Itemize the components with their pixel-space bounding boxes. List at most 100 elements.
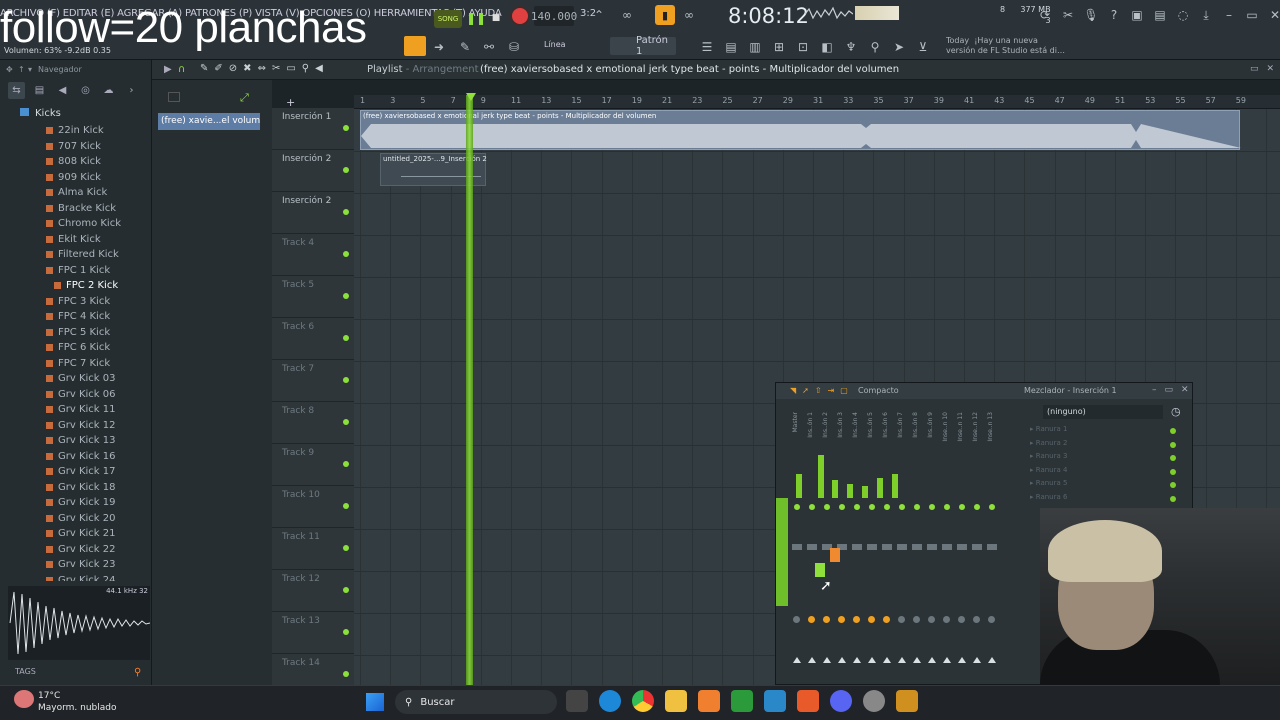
marker-icon[interactable]: ➤: [890, 38, 908, 56]
sample-item[interactable]: Grv Kick 13: [46, 433, 152, 449]
fader-handle[interactable]: [927, 544, 937, 550]
stamp-icon[interactable]: ⛁: [505, 38, 523, 56]
strip-enable-icon[interactable]: [974, 504, 980, 510]
fader-handle[interactable]: [987, 544, 997, 550]
brush-icon[interactable]: ✎: [456, 38, 474, 56]
pattern-clip-item[interactable]: (free) xavie...el volumer: [158, 113, 260, 130]
fader-handle[interactable]: [882, 544, 892, 550]
pattern-selector[interactable]: Patrón 1: [610, 35, 676, 57]
pin-icon[interactable]: ✥: [6, 65, 13, 74]
track-enable-icon[interactable]: [343, 503, 349, 509]
fader-handle[interactable]: [912, 544, 922, 550]
mixer-arrow-icon[interactable]: ➚: [802, 386, 809, 395]
close-icon[interactable]: ✕: [1181, 385, 1189, 395]
track-enable-icon[interactable]: [343, 209, 349, 215]
folder-kicks[interactable]: Kicks: [20, 108, 61, 119]
track-header[interactable]: Inserción 2: [272, 192, 354, 234]
route-arrow-icon[interactable]: [913, 657, 921, 663]
route-arrow-icon[interactable]: [973, 657, 981, 663]
track-header[interactable]: Track 11: [272, 528, 354, 570]
route-arrow-icon[interactable]: [898, 657, 906, 663]
mixer-layout-icon[interactable]: ▢: [840, 386, 848, 395]
magnet-icon[interactable]: ∩: [178, 64, 185, 75]
sample-item[interactable]: Grv Kick 11: [46, 402, 152, 418]
plugins-tab-icon[interactable]: ◀: [54, 82, 71, 99]
start-icon[interactable]: [366, 693, 384, 711]
pan-knob[interactable]: [868, 616, 875, 623]
maximize-icon[interactable]: ▭: [1250, 64, 1259, 74]
fader-handle[interactable]: [867, 544, 877, 550]
piano-roll-icon[interactable]: ▤: [722, 38, 740, 56]
mixer-strip[interactable]: Ins..ón 5: [865, 400, 879, 680]
edge-icon[interactable]: [599, 690, 621, 712]
sample-item[interactable]: FPC 3 Kick: [46, 294, 152, 310]
sample-item[interactable]: Ekit Kick: [46, 232, 152, 248]
xbox-icon[interactable]: [731, 690, 753, 712]
save-icon[interactable]: ▣: [1128, 6, 1146, 24]
sample-item[interactable]: FPC 1 Kick: [46, 263, 152, 279]
sample-item[interactable]: Grv Kick 24: [46, 573, 152, 581]
stop-icon[interactable]: ■: [489, 7, 503, 29]
minimize-icon[interactable]: –: [1152, 385, 1157, 395]
slot-enable-icon[interactable]: [1170, 468, 1176, 475]
fader-handle[interactable]: [957, 544, 967, 550]
sample-item[interactable]: 909 Kick: [46, 170, 152, 186]
draw-icon[interactable]: ✎: [200, 63, 208, 74]
strip-enable-icon[interactable]: [899, 504, 905, 510]
delete-icon[interactable]: ⊘: [229, 63, 237, 74]
link-icon[interactable]: ⤢: [240, 91, 249, 105]
effect-slot[interactable]: ▸ Ranura 3: [1030, 452, 1180, 465]
mixer-icon[interactable]: ⊞: [770, 38, 788, 56]
metronome-icon[interactable]: ⌃: [590, 6, 608, 24]
mixer-strip[interactable]: Master: [790, 400, 804, 680]
slip-icon[interactable]: ⇔: [258, 63, 266, 74]
strip-enable-icon[interactable]: [944, 504, 950, 510]
sample-item[interactable]: FPC 2 Kick: [46, 278, 152, 294]
maximize-icon[interactable]: ▭: [1165, 385, 1174, 395]
sample-item[interactable]: Grv Kick 19: [46, 495, 152, 511]
route-arrow-icon[interactable]: [793, 657, 801, 663]
sample-item[interactable]: Grv Kick 18: [46, 480, 152, 496]
sample-item[interactable]: Grv Kick 06: [46, 387, 152, 403]
countdown-icon[interactable]: ∞: [680, 6, 698, 24]
pan-knob[interactable]: [883, 616, 890, 623]
taskbar-search[interactable]: ⚲ Buscar: [395, 690, 557, 714]
track-enable-icon[interactable]: [343, 461, 349, 467]
pan-knob[interactable]: [838, 616, 845, 623]
sample-item[interactable]: Grv Kick 23: [46, 557, 152, 573]
routing-selector[interactable]: (ninguno): [1043, 405, 1163, 419]
playback-icon[interactable]: ◀: [315, 63, 323, 74]
strip-enable-icon[interactable]: [989, 504, 995, 510]
route-arrow-icon[interactable]: [928, 657, 936, 663]
track-enable-icon[interactable]: [343, 125, 349, 131]
search-icon[interactable]: ⚲: [134, 667, 141, 678]
pan-knob[interactable]: [943, 616, 950, 623]
files-tab-icon[interactable]: ▤: [31, 82, 48, 99]
mixer-menu-icon[interactable]: ◥: [790, 386, 796, 395]
timeline-ruler[interactable]: 1 3 5 7 9 11 13 15 17 19 21 23 25 27 29 31 33 35 37 39 41 43 4…: [354, 95, 1280, 109]
route-arrow-icon[interactable]: [868, 657, 876, 663]
discord-icon[interactable]: [830, 690, 852, 712]
fader-handle[interactable]: [942, 544, 952, 550]
close-icon[interactable]: ✕: [1266, 6, 1280, 24]
slot-enable-icon[interactable]: [1170, 455, 1176, 461]
strip-enable-icon[interactable]: [869, 504, 875, 510]
sample-item[interactable]: FPC 6 Kick: [46, 340, 152, 356]
cart-icon[interactable]: ⊻: [914, 38, 932, 56]
mixer-strip[interactable]: Ins..ón 8: [910, 400, 924, 680]
tempo-tap-icon[interactable]: ♆: [842, 38, 860, 56]
track-enable-icon[interactable]: [343, 587, 349, 593]
mixer-strip[interactable]: Ins..ón 2: [820, 400, 834, 680]
task-view-icon[interactable]: [566, 690, 588, 712]
mixer-strip[interactable]: Inse..n 13: [985, 400, 999, 680]
pan-knob[interactable]: [793, 616, 800, 623]
collapse-icon[interactable]: ▾: [28, 65, 32, 74]
refresh-icon[interactable]: ⟳: [1036, 6, 1054, 24]
track-header[interactable]: Track 7: [272, 360, 354, 402]
pause-icon[interactable]: ❚❚: [464, 7, 488, 29]
mute-icon[interactable]: ✖: [243, 63, 251, 74]
all-tab-icon[interactable]: ⇆: [8, 82, 25, 99]
render-icon[interactable]: ▤: [1151, 6, 1169, 24]
track-enable-icon[interactable]: [343, 671, 349, 677]
file-explorer-icon[interactable]: [665, 690, 687, 712]
